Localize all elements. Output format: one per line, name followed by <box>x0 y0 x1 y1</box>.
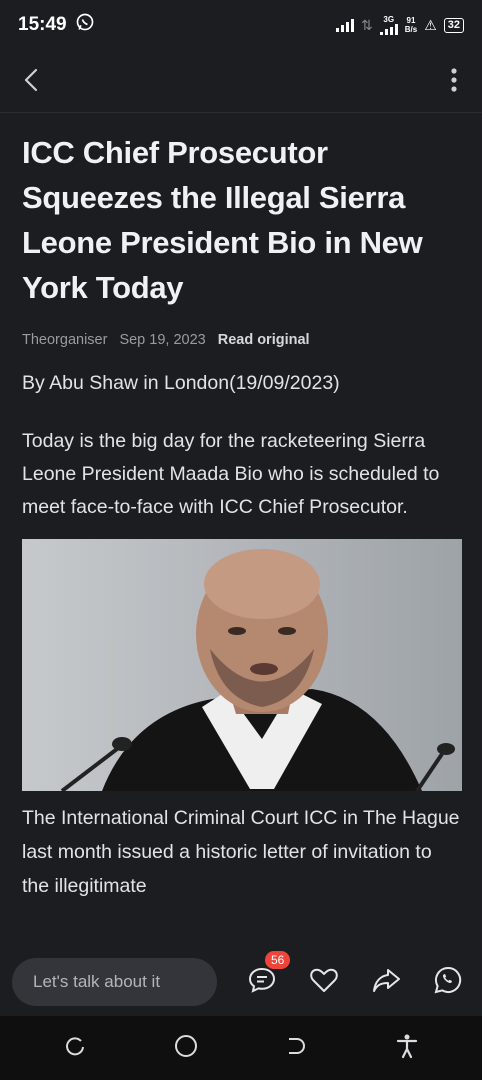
status-left: 15:49 <box>18 12 95 38</box>
comment-count-badge: 56 <box>265 951 291 969</box>
accessibility-icon <box>395 1033 419 1064</box>
battery-icon: 32 <box>443 17 464 33</box>
article-content: ICC Chief Prosecutor Squeezes the Illega… <box>22 130 462 903</box>
system-navigation-bar <box>0 1016 482 1080</box>
battery-level: 32 <box>447 18 460 31</box>
heart-icon <box>309 966 339 999</box>
accessibility-button[interactable] <box>387 1028 427 1068</box>
comment-input[interactable] <box>12 958 217 1006</box>
whatsapp-share-button[interactable] <box>431 965 465 999</box>
home-button[interactable] <box>166 1028 206 1068</box>
warning-icon: ⚠ <box>424 16 437 33</box>
speed-value: 91 <box>406 16 416 25</box>
network-speed: 91 B/s <box>405 16 417 34</box>
network-indicator: 3G <box>379 14 398 35</box>
header-divider <box>0 112 482 113</box>
comment-icon <box>247 965 277 1000</box>
more-options-button[interactable] <box>450 66 458 97</box>
article-date: Sep 19, 2023 <box>119 332 206 348</box>
article-photo[interactable] <box>22 539 462 791</box>
signal-2-icon <box>379 23 398 35</box>
back-nav-icon <box>285 1035 307 1062</box>
article-title: ICC Chief Prosecutor Squeezes the Illega… <box>22 135 423 305</box>
whatsapp-notification-icon <box>75 12 95 38</box>
article-paragraph-2: The International Criminal Court ICC in … <box>22 807 460 897</box>
signal-icon <box>336 18 354 32</box>
action-icons: 56 <box>245 951 465 1000</box>
back-button[interactable] <box>18 66 46 97</box>
like-button[interactable] <box>307 965 341 999</box>
whatsapp-icon <box>433 965 463 1000</box>
back-nav-button[interactable] <box>276 1028 316 1068</box>
comment-button[interactable]: 56 <box>245 951 291 1000</box>
recent-apps-icon <box>64 1035 86 1062</box>
share-button[interactable] <box>369 965 403 999</box>
article-meta: Theorganiser Sep 19, 2023 Read original <box>22 332 462 348</box>
recent-apps-button[interactable] <box>55 1028 95 1068</box>
status-bar: 15:49 ⇅ 3G 91 B/s ⚠ 32 <box>0 0 482 50</box>
home-icon <box>173 1033 199 1064</box>
back-arrow-icon <box>18 68 46 97</box>
network-type: 3G <box>383 14 395 24</box>
speed-unit: B/s <box>404 25 418 34</box>
prosecutor-photo <box>22 539 462 791</box>
article-paragraph-1: Today is the big day for the racketeerin… <box>22 430 440 518</box>
status-time: 15:49 <box>18 14 67 35</box>
status-right: ⇅ 3G 91 B/s ⚠ 32 <box>336 14 464 35</box>
top-app-bar <box>0 50 482 112</box>
read-original-link[interactable]: Read original <box>218 332 310 348</box>
data-transfer-icon: ⇅ <box>361 16 373 33</box>
share-icon <box>371 966 401 999</box>
article-source[interactable]: Theorganiser <box>22 332 107 348</box>
article-byline: By Abu Shaw in London(19/09/2023) <box>22 372 340 394</box>
more-vertical-icon <box>450 67 458 97</box>
bottom-action-bar: 56 <box>0 948 482 1016</box>
